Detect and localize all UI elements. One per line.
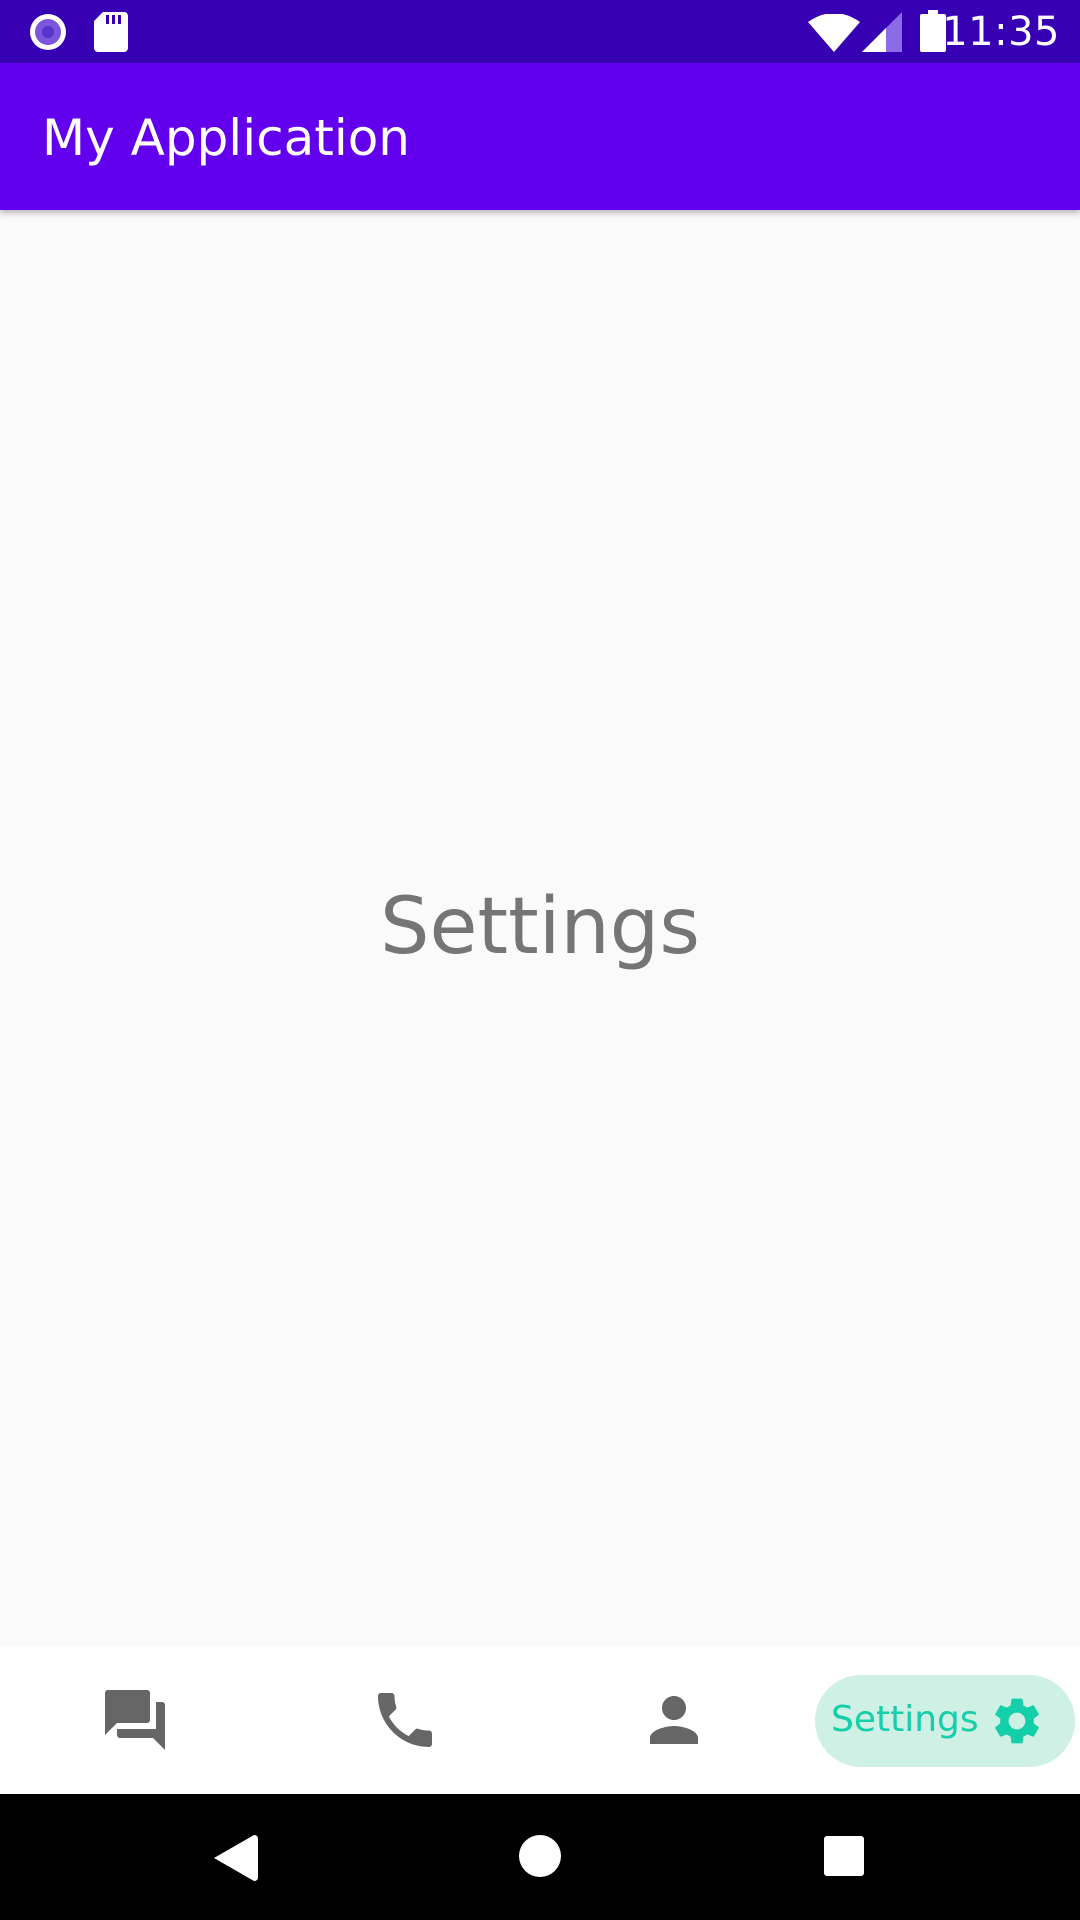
phone-icon (369, 1693, 441, 1760)
nav-item-chats[interactable] (99, 1684, 171, 1756)
main-content: Settings (0, 210, 1080, 1646)
sd-card-icon (94, 12, 128, 56)
forum-icon (99, 1690, 171, 1760)
settings-gear-icon (989, 1693, 1045, 1749)
back-icon[interactable] (214, 1835, 258, 1885)
person-icon (638, 1696, 710, 1760)
cellular-signal-icon (862, 12, 902, 56)
nav-item-settings[interactable]: Settings (815, 1675, 1075, 1767)
nav-settings-label: Settings (831, 1699, 979, 1740)
app-title: My Application (42, 109, 410, 167)
recents-icon[interactable] (824, 1836, 864, 1880)
nav-item-calls[interactable] (369, 1684, 441, 1756)
status-time: 11:35 (942, 9, 1060, 55)
system-navigation-bar (0, 1794, 1080, 1920)
home-icon[interactable] (518, 1834, 562, 1882)
app-bar: My Application (0, 63, 1080, 210)
wifi-icon (808, 13, 860, 56)
nav-item-profile[interactable] (638, 1684, 710, 1756)
page-label: Settings (380, 882, 700, 972)
bottom-navigation: Settings (0, 1646, 1080, 1794)
circle-notification-icon (28, 12, 68, 56)
status-bar: 11:35 (0, 0, 1080, 63)
